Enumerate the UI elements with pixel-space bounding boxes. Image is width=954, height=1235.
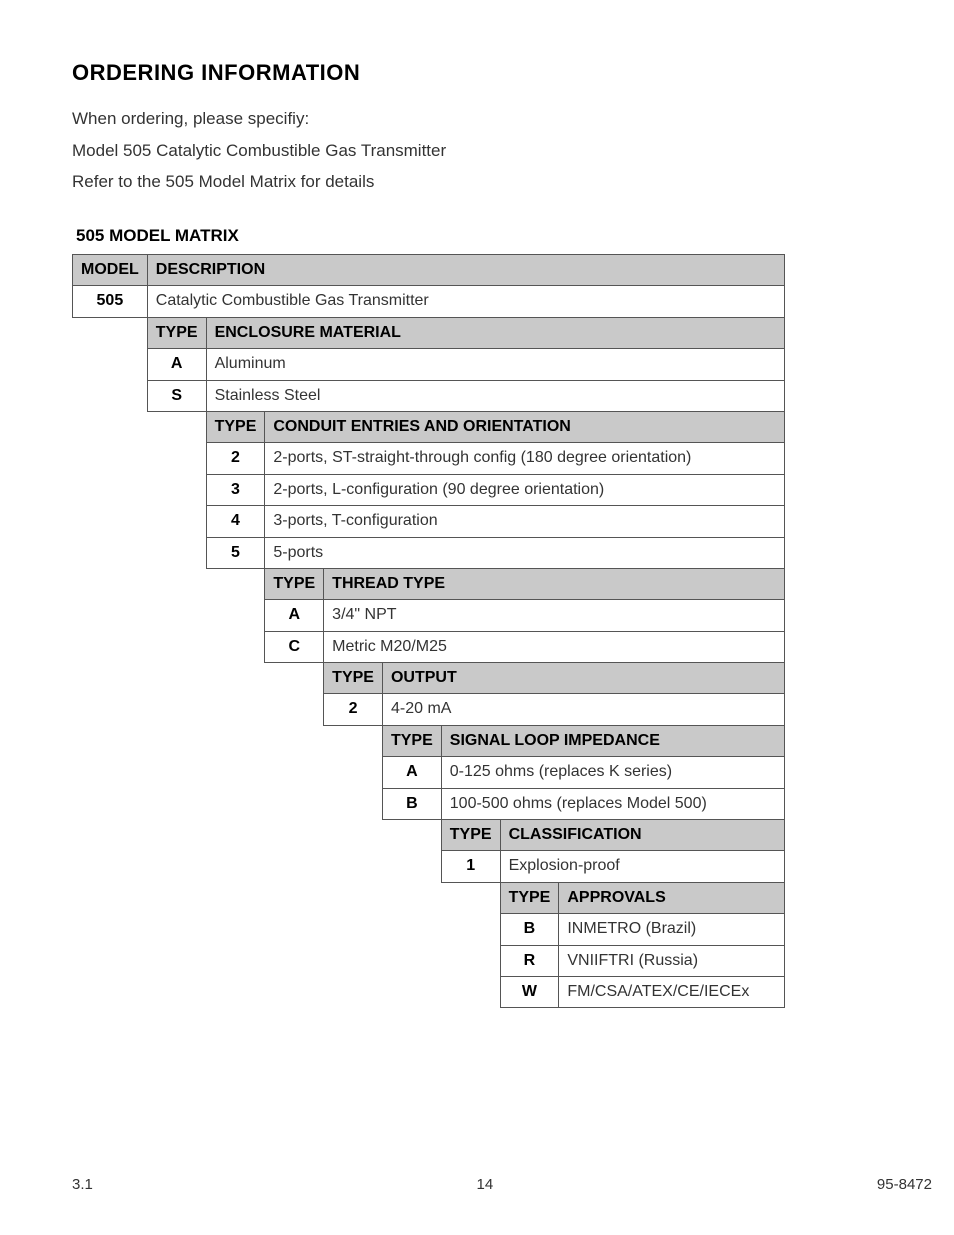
matrix-title: 505 MODEL MATRIX xyxy=(76,224,882,248)
footer-center: 14 xyxy=(477,1174,494,1195)
hdr-type: TYPE xyxy=(324,663,383,694)
page: ORDERING INFORMATION When ordering, plea… xyxy=(0,0,954,1235)
intro-line: Refer to the 505 Model Matrix for detail… xyxy=(72,170,882,194)
intro-line: Model 505 Catalytic Combustible Gas Tran… xyxy=(72,139,882,163)
footer-left: 3.1 xyxy=(72,1174,93,1195)
impedance-desc: 0-125 ohms (replaces K series) xyxy=(441,757,785,788)
conduit-desc: 3-ports, T-configuration xyxy=(265,506,785,537)
section-heading: ORDERING INFORMATION xyxy=(72,58,882,89)
page-footer: 3.1 14 95-8472 xyxy=(72,1174,932,1195)
classification-desc: Explosion-proof xyxy=(500,851,785,882)
approvals-desc: VNIIFTRI (Russia) xyxy=(559,945,785,976)
conduit-code: 5 xyxy=(206,537,265,568)
hdr-type: TYPE xyxy=(382,725,441,756)
hdr-approvals: APPROVALS xyxy=(559,882,785,913)
conduit-code: 2 xyxy=(206,443,265,474)
model-matrix: 505 MODEL MATRIX MODEL DESCRIPTION 505 C… xyxy=(72,224,882,1008)
hdr-type: TYPE xyxy=(441,820,500,851)
hdr-classification: CLASSIFICATION xyxy=(500,820,785,851)
impedance-code: B xyxy=(382,788,441,819)
intro-line: When ordering, please specifiy: xyxy=(72,107,882,131)
enclosure-code: S xyxy=(147,380,206,411)
enclosure-desc: Stainless Steel xyxy=(206,380,785,411)
approvals-code: W xyxy=(500,976,559,1007)
model-code: 505 xyxy=(73,286,148,317)
hdr-output: OUTPUT xyxy=(382,663,784,694)
approvals-code: R xyxy=(500,945,559,976)
intro-block: When ordering, please specifiy: Model 50… xyxy=(72,107,882,194)
approvals-desc: INMETRO (Brazil) xyxy=(559,914,785,945)
impedance-desc: 100-500 ohms (replaces Model 500) xyxy=(441,788,785,819)
hdr-type: TYPE xyxy=(206,411,265,442)
matrix-table: MODEL DESCRIPTION 505 Catalytic Combusti… xyxy=(72,254,785,1008)
hdr-type: TYPE xyxy=(500,882,559,913)
model-desc: Catalytic Combustible Gas Transmitter xyxy=(147,286,785,317)
approvals-desc: FM/CSA/ATEX/CE/IECEx xyxy=(559,976,785,1007)
conduit-code: 4 xyxy=(206,506,265,537)
hdr-impedance: SIGNAL LOOP IMPEDANCE xyxy=(441,725,785,756)
output-desc: 4-20 mA xyxy=(382,694,784,725)
conduit-desc: 5-ports xyxy=(265,537,785,568)
classification-code: 1 xyxy=(441,851,500,882)
thread-code: C xyxy=(265,631,324,662)
conduit-code: 3 xyxy=(206,474,265,505)
output-code: 2 xyxy=(324,694,383,725)
footer-right: 95-8472 xyxy=(877,1174,932,1195)
impedance-code: A xyxy=(382,757,441,788)
hdr-model: MODEL xyxy=(73,254,148,285)
enclosure-code: A xyxy=(147,349,206,380)
hdr-enclosure: ENCLOSURE MATERIAL xyxy=(206,317,785,348)
hdr-description: DESCRIPTION xyxy=(147,254,785,285)
approvals-code: B xyxy=(500,914,559,945)
thread-code: A xyxy=(265,600,324,631)
conduit-desc: 2-ports, L-configuration (90 degree orie… xyxy=(265,474,785,505)
enclosure-desc: Aluminum xyxy=(206,349,785,380)
hdr-type: TYPE xyxy=(147,317,206,348)
conduit-desc: 2-ports, ST-straight-through config (180… xyxy=(265,443,785,474)
thread-desc: 3/4" NPT xyxy=(324,600,785,631)
hdr-conduit: CONDUIT ENTRIES AND ORIENTATION xyxy=(265,411,785,442)
hdr-type: TYPE xyxy=(265,568,324,599)
thread-desc: Metric M20/M25 xyxy=(324,631,785,662)
hdr-thread: THREAD TYPE xyxy=(324,568,785,599)
